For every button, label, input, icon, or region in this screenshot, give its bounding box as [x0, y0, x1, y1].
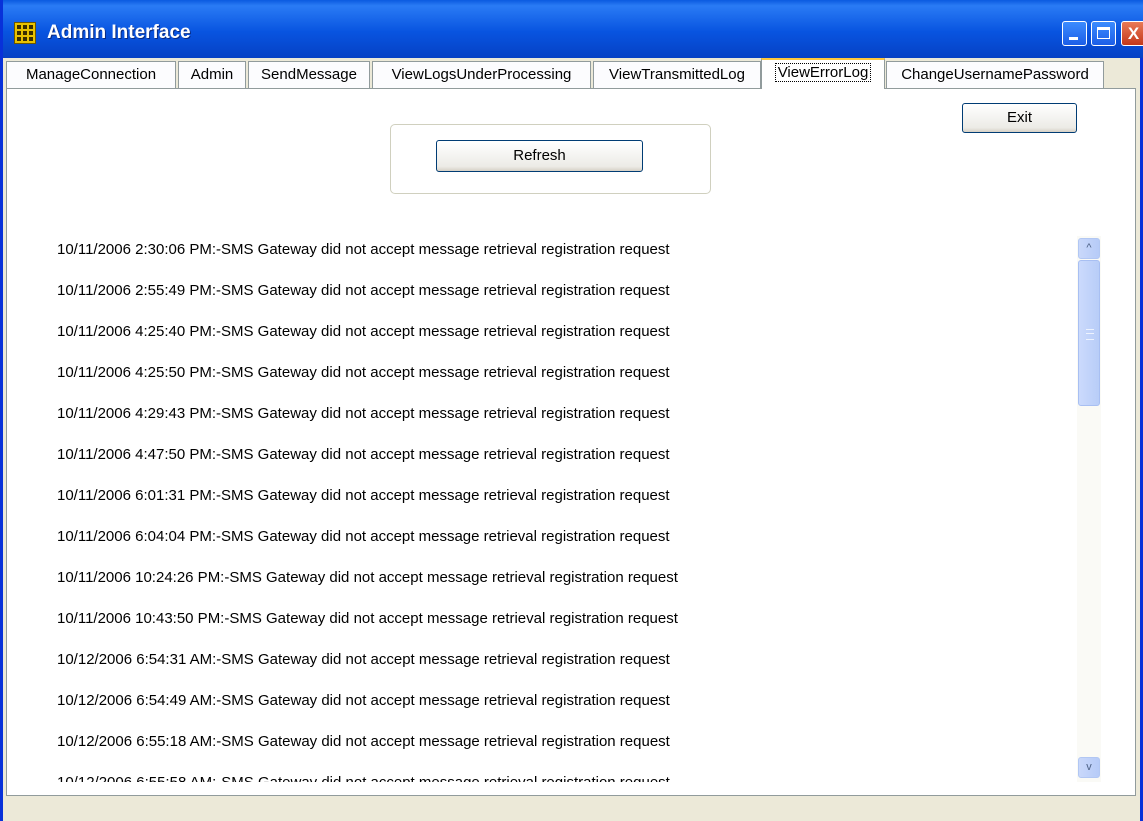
list-item[interactable]: 10/12/2006 6:55:18 AM:-SMS Gateway did n…	[57, 733, 670, 750]
tab-manage-connection[interactable]: ManageConnection	[6, 61, 176, 88]
tab-label: ViewLogsUnderProcessing	[391, 66, 572, 83]
minimize-icon	[1069, 37, 1078, 40]
close-button[interactable]: X	[1121, 21, 1143, 46]
tab-label: Admin	[190, 66, 234, 83]
scroll-up-arrow-icon[interactable]: ^	[1078, 238, 1100, 259]
scroll-thumb[interactable]	[1078, 260, 1100, 406]
refresh-button[interactable]: Refresh	[436, 140, 643, 172]
tab-label: SendMessage	[261, 66, 357, 83]
tab-admin[interactable]: Admin	[178, 61, 246, 88]
app-icon	[14, 22, 36, 44]
list-item[interactable]: 10/11/2006 4:25:50 PM:-SMS Gateway did n…	[57, 364, 670, 381]
list-item[interactable]: 10/12/2006 6:54:31 AM:-SMS Gateway did n…	[57, 651, 670, 668]
tab-label: ViewTransmittedLog	[609, 66, 745, 83]
grip-icon	[1086, 329, 1094, 340]
tab-change-username-password[interactable]: ChangeUsernamePassword	[886, 61, 1104, 88]
maximize-icon	[1097, 27, 1110, 39]
list-item[interactable]: 10/11/2006 4:47:50 PM:-SMS Gateway did n…	[57, 446, 670, 463]
list-item[interactable]: 10/11/2006 6:01:31 PM:-SMS Gateway did n…	[57, 487, 670, 504]
tab-label: ManageConnection	[25, 66, 157, 83]
tab-view-logs-under-processing[interactable]: ViewLogsUnderProcessing	[372, 61, 591, 88]
list-item[interactable]: 10/12/2006 6:54:49 AM:-SMS Gateway did n…	[57, 692, 670, 709]
tab-strip: ManageConnection Admin SendMessage ViewL…	[6, 58, 1136, 89]
maximize-button[interactable]	[1091, 21, 1116, 46]
list-item[interactable]: 10/11/2006 10:24:26 PM:-SMS Gateway did …	[57, 569, 678, 586]
tab-label: ViewErrorLog	[774, 63, 872, 82]
close-icon: X	[1127, 24, 1140, 43]
list-item[interactable]: 10/11/2006 2:30:06 PM:-SMS Gateway did n…	[57, 241, 670, 258]
tab-view-transmitted-log[interactable]: ViewTransmittedLog	[593, 61, 761, 88]
tab-send-message[interactable]: SendMessage	[248, 61, 370, 88]
list-item[interactable]: 10/11/2006 4:25:40 PM:-SMS Gateway did n…	[57, 323, 670, 340]
exit-button[interactable]: Exit	[962, 103, 1077, 133]
list-item[interactable]: 10/11/2006 6:04:04 PM:-SMS Gateway did n…	[57, 528, 670, 545]
tab-view-error-log[interactable]: ViewErrorLog	[761, 58, 885, 89]
title-bar[interactable]: Admin Interface X	[3, 0, 1143, 58]
error-log-list[interactable]: 10/11/2006 2:30:06 PM:-SMS Gateway did n…	[54, 236, 1101, 782]
list-item[interactable]: 10/12/2006 6:55:58 AM:-SMS Gateway did n…	[57, 774, 670, 782]
list-item[interactable]: 10/11/2006 4:29:43 PM:-SMS Gateway did n…	[57, 405, 670, 422]
scroll-down-arrow-icon[interactable]: v	[1078, 757, 1100, 778]
vertical-scrollbar[interactable]: ^ v	[1077, 236, 1101, 782]
list-item[interactable]: 10/11/2006 10:43:50 PM:-SMS Gateway did …	[57, 610, 678, 627]
tab-label: ChangeUsernamePassword	[901, 66, 1089, 83]
minimize-button[interactable]	[1062, 21, 1087, 46]
list-item[interactable]: 10/11/2006 2:55:49 PM:-SMS Gateway did n…	[57, 282, 670, 299]
window-title: Admin Interface	[47, 22, 191, 43]
